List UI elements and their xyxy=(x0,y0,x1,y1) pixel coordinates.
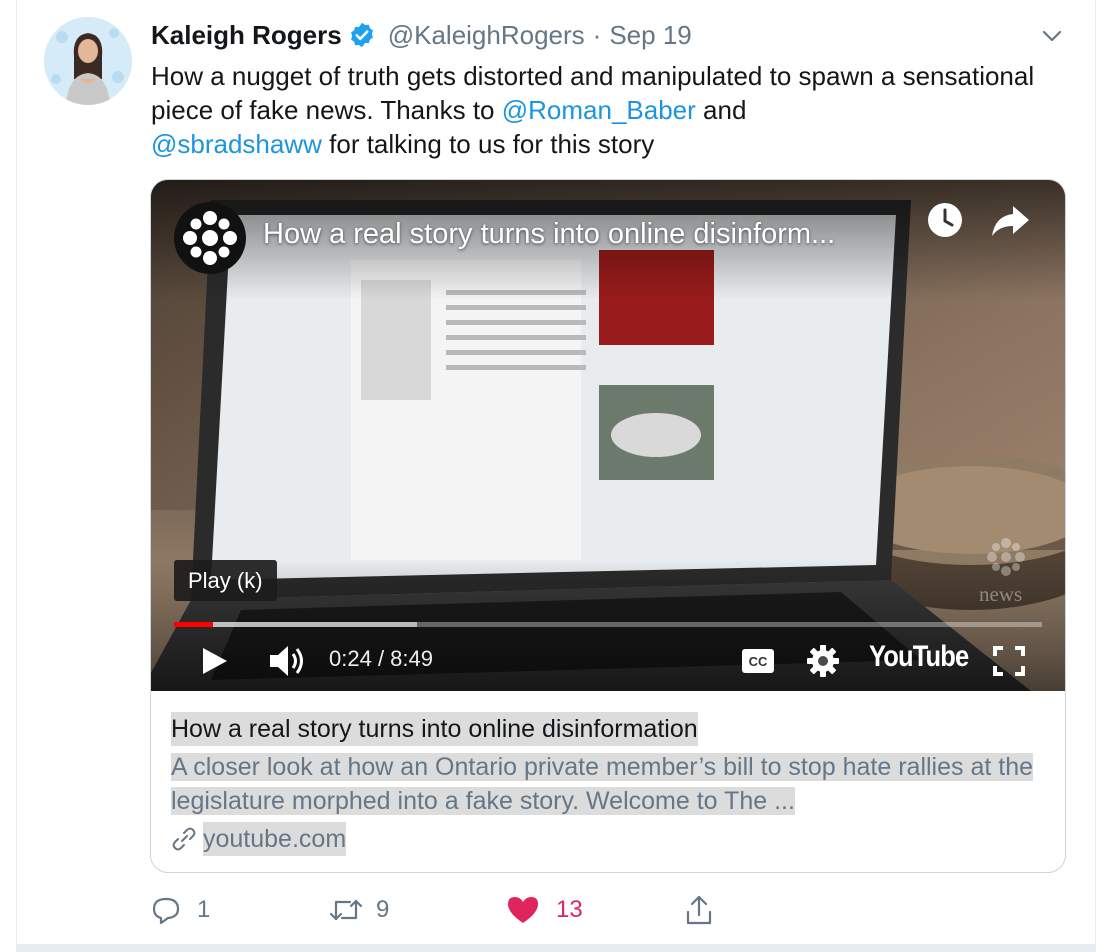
card-url[interactable]: youtube.com xyxy=(171,822,347,856)
handle[interactable]: @KaleighRogers xyxy=(388,20,585,51)
avatar[interactable] xyxy=(44,17,132,105)
fullscreen-icon[interactable] xyxy=(993,646,1025,676)
verified-badge-icon xyxy=(350,22,373,48)
share-icon[interactable] xyxy=(989,202,1031,240)
video-title[interactable]: How a real story turns into online disin… xyxy=(263,218,835,251)
timeline-border-right xyxy=(1095,0,1096,944)
volume-icon[interactable] xyxy=(267,642,307,680)
separator-dot: · xyxy=(592,19,602,50)
play-icon[interactable] xyxy=(199,646,229,676)
reply-button[interactable]: 1 xyxy=(151,890,210,930)
cbc-watermark-icon xyxy=(987,538,1025,576)
retweet-count: 9 xyxy=(376,896,390,923)
link-card[interactable]: How a real story turns into online disin… xyxy=(150,179,1066,873)
progress-played xyxy=(174,622,214,627)
card-description-text: A closer look at how an Ontario private … xyxy=(171,753,1034,815)
reply-icon xyxy=(152,897,180,925)
tweet-date[interactable]: Sep 19 xyxy=(609,20,691,51)
link-icon xyxy=(172,827,196,851)
tweet-text: How a nugget of truth gets distorted and… xyxy=(151,59,1051,161)
mention-roman-baber[interactable]: @Roman_Baber xyxy=(502,95,696,125)
tweet-text-part: and xyxy=(695,95,747,125)
share-icon xyxy=(686,895,712,925)
retweet-button[interactable]: 9 xyxy=(328,890,389,930)
progress-bar[interactable] xyxy=(174,622,1042,627)
retweet-icon xyxy=(329,899,363,921)
video-player[interactable]: How a real story turns into online disin… xyxy=(151,180,1065,691)
time-display: 0:24 / 8:49 xyxy=(329,646,433,672)
mention-sbradshaww[interactable]: @sbradshaww xyxy=(151,129,322,159)
news-watermark: news xyxy=(979,582,1023,606)
tweet-header: Kaleigh Rogers @KaleighRogers · Sep 19 xyxy=(151,18,692,52)
like-count: 13 xyxy=(556,896,583,923)
timeline-divider xyxy=(16,944,1096,952)
cbc-logo-icon[interactable] xyxy=(174,202,246,274)
svg-text:CC: CC xyxy=(749,654,768,669)
duration: 8:49 xyxy=(390,646,433,671)
clock-icon[interactable] xyxy=(925,200,965,240)
chevron-down-icon[interactable] xyxy=(1040,26,1064,46)
reply-count: 1 xyxy=(197,896,211,923)
video-frame xyxy=(151,180,1065,691)
card-domain: youtube.com xyxy=(203,822,347,856)
youtube-logo[interactable]: YouTube xyxy=(869,640,969,674)
settings-icon[interactable] xyxy=(805,643,841,679)
tweet-text-part: for talking to us for this story xyxy=(321,129,655,159)
avatar-image xyxy=(44,17,132,105)
share-tweet-button[interactable] xyxy=(684,890,714,930)
current-time: 0:24 xyxy=(329,646,372,671)
card-title[interactable]: How a real story turns into online disin… xyxy=(171,712,698,746)
display-name[interactable]: Kaleigh Rogers xyxy=(151,20,342,51)
card-description: A closer look at how an Ontario private … xyxy=(171,750,1041,818)
play-tooltip: Play (k) xyxy=(174,560,277,601)
timeline-border-left xyxy=(16,0,17,944)
like-button[interactable]: 13 xyxy=(506,890,583,930)
time-separator: / xyxy=(371,646,391,671)
heart-icon xyxy=(508,897,538,923)
cc-icon[interactable]: CC xyxy=(741,648,775,674)
